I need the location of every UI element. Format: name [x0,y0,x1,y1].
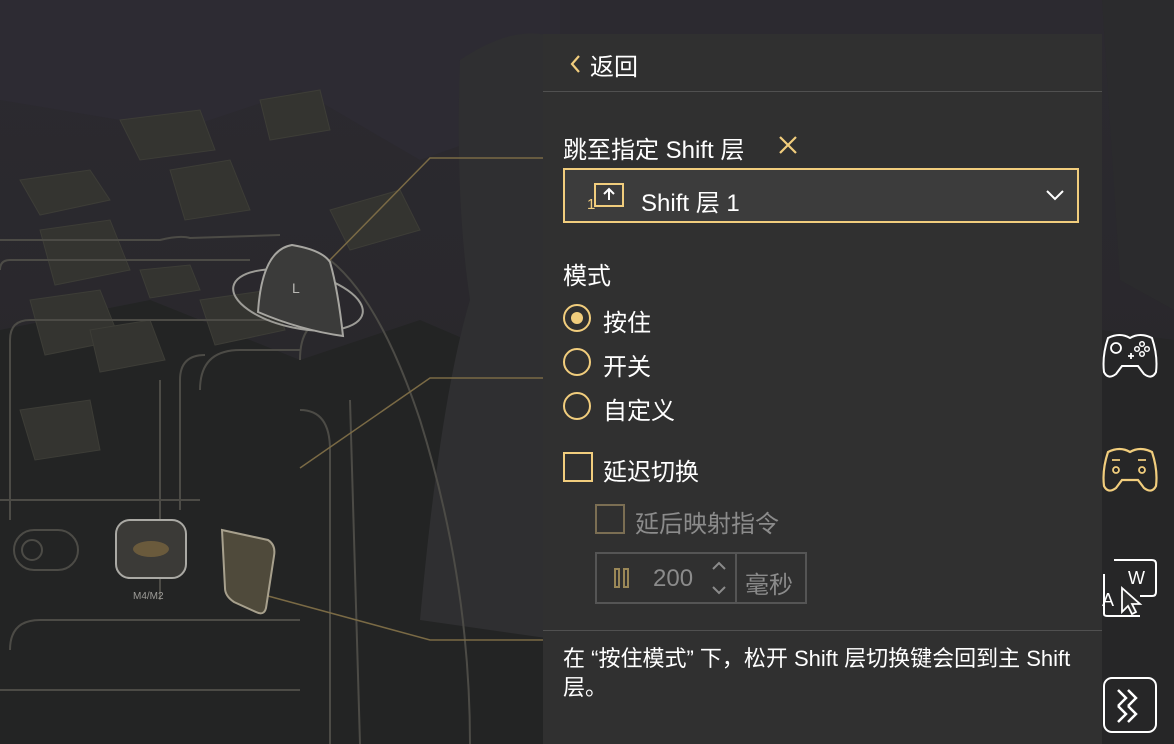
stepper-value: 200 [653,565,694,592]
pause-icon [614,568,629,588]
stepper-arrows-icon[interactable] [709,557,729,599]
shortcut-icon[interactable] [1102,676,1158,734]
chevron-down-icon [1046,190,1064,201]
header-divider [543,91,1102,92]
svg-text:A: A [1102,590,1114,610]
controller-active-icon[interactable] [1100,442,1160,498]
mode-label: 开关 [603,354,651,381]
help-note: 在 “按住模式” 下，松开 Shift 层切换键会回到主 Shift 层。 [563,646,1071,700]
radio-ring [563,348,591,376]
mode-label: 按住 [603,310,651,337]
svg-text:1: 1 [587,196,595,210]
back-button[interactable]: 返回 [543,34,1102,91]
close-icon[interactable] [776,133,800,157]
mode-radio-toggle[interactable]: 开关 [563,346,683,381]
radio-dot [571,312,583,324]
footer-divider [543,630,1102,631]
shift-layer-panel: 返回 跳至指定 Shift 层 1 Shift 层 1 模式 按住 开关 自定义… [543,34,1102,744]
delay-stepper[interactable]: 200 毫秒 [595,552,807,604]
mode-title: 模式 [563,263,611,290]
radio-ring [563,392,591,420]
jump-layer-title: 跳至指定 Shift 层 [563,137,745,164]
paddle-label: M4/M2 [133,591,164,602]
checkbox-label: 延后映射指令 [635,511,779,538]
dropdown-selected-value: Shift 层 1 [641,190,740,217]
keyboard-mouse-icon[interactable]: W A [1100,556,1160,618]
chevron-left-icon [570,55,580,73]
mode-radio-hold[interactable]: 按住 [563,302,683,337]
mode-label: 自定义 [603,398,675,425]
delay-mapping-checkbox[interactable]: 延后映射指令 [595,502,795,538]
checkbox-box [595,504,625,534]
stepper-unit: 毫秒 [745,572,793,599]
controller-icon[interactable] [1100,326,1160,382]
mode-radio-custom[interactable]: 自定义 [563,390,703,425]
shift-layer-icon: 1 [587,183,624,210]
stepper-separator [735,554,737,602]
delay-switch-checkbox[interactable]: 延迟切换 [563,450,723,486]
shift-layer-dropdown[interactable]: 1 Shift 层 1 [563,168,1079,223]
checkbox-label: 延迟切换 [603,459,699,486]
back-label: 返回 [590,54,638,81]
checkbox-box [563,452,593,482]
stick-label: L [292,280,300,296]
svg-text:W: W [1128,568,1145,588]
